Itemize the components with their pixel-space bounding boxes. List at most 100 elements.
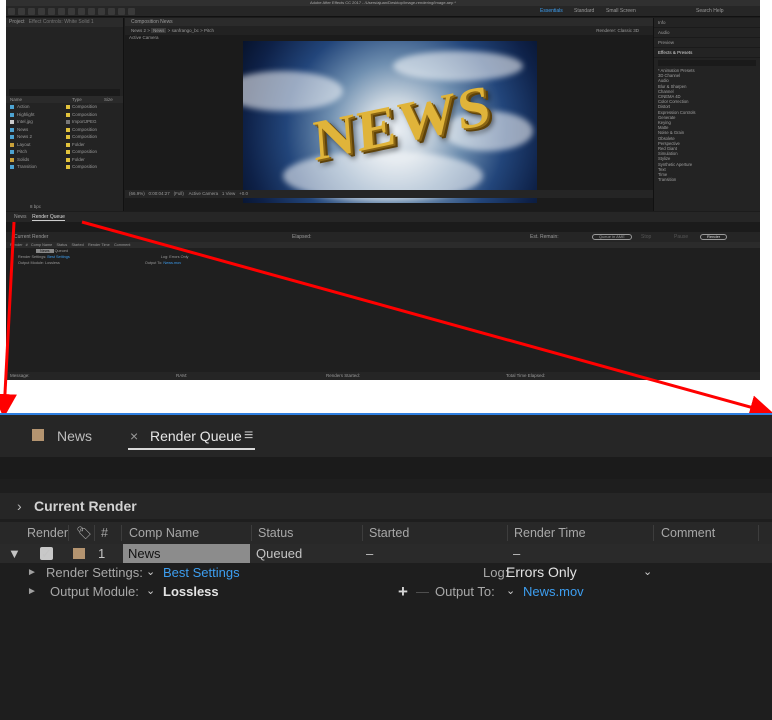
progress-strip [0, 457, 772, 479]
type-tool-icon[interactable] [88, 8, 95, 15]
thumb-tab-render-queue[interactable]: Render Queue [32, 214, 65, 221]
bpc-indicator[interactable]: 8 bpc [30, 204, 41, 209]
puppet-tool-icon[interactable] [128, 8, 135, 15]
project-item[interactable]: News 2 Composition [6, 133, 123, 141]
queue-column-header: Render 🏷 # Comp Name Status Started Rend… [0, 522, 772, 544]
renderer-label[interactable]: Renderer: Classic 3D [596, 26, 639, 35]
col-name[interactable]: Name [10, 97, 22, 102]
info-panel[interactable]: Info [654, 18, 760, 28]
thumb-stop-button[interactable]: Stop [641, 232, 651, 242]
col-type[interactable]: Type [72, 96, 82, 103]
project-item[interactable]: Intel.jpg ImportJPEG [6, 118, 123, 126]
tab-project[interactable]: Project [9, 19, 25, 25]
effects-search-input[interactable] [658, 60, 756, 66]
bottom-panel-thumbnail: News Render Queue Current Render Elapsed… [6, 212, 760, 380]
current-render-header[interactable]: › Current Render [0, 493, 772, 519]
thumb-pause-button[interactable]: Pause [674, 232, 688, 242]
render-checkbox[interactable]: ✓ [40, 547, 53, 560]
eraser-tool-icon[interactable] [118, 8, 125, 15]
composition-viewer[interactable]: NEWS [243, 41, 537, 203]
brush-tool-icon[interactable] [98, 8, 105, 15]
chevron-right-icon[interactable]: › [17, 493, 22, 519]
tab-news[interactable]: News [57, 415, 92, 457]
output-module-dropdown-icon[interactable]: ⌄ [146, 582, 155, 601]
col-comment[interactable]: Comment [661, 522, 715, 544]
add-output-module-button[interactable]: + [398, 582, 408, 601]
pan-tool-icon[interactable] [58, 8, 65, 15]
hand-tool-icon[interactable] [18, 8, 25, 15]
toolbar: Essentials Standard Small Screen Search … [6, 6, 760, 17]
active-tab-underline [128, 448, 255, 450]
crumb-news[interactable]: News [151, 28, 167, 33]
log-label: Log: [483, 565, 509, 580]
col-number[interactable]: # [101, 522, 108, 544]
audio-panel[interactable]: Audio [654, 28, 760, 38]
exposure[interactable]: +0.0 [239, 191, 248, 196]
tab-effect-controls[interactable]: Effect Controls: White Solid 1 [29, 19, 94, 25]
project-item[interactable]: Pitch Composition [6, 148, 123, 156]
selection-tool-icon[interactable] [8, 8, 15, 15]
zoom-tool-icon[interactable] [28, 8, 35, 15]
crumb-pitch[interactable]: Pitch [204, 28, 214, 33]
panel-menu-icon[interactable]: ≡ [244, 415, 253, 457]
col-started[interactable]: Started [369, 522, 409, 544]
project-item[interactable]: Solids Folder [6, 156, 123, 164]
render-settings-row: ► Render Settings: ⌄ Best Settings Log: … [0, 563, 772, 582]
triangle-right-icon[interactable]: ► [27, 563, 37, 582]
output-to-dropdown-icon[interactable]: ⌄ [506, 582, 515, 601]
remove-output-module-button[interactable]: — [416, 582, 429, 601]
rotate-tool-icon[interactable] [38, 8, 45, 15]
zoom-level[interactable]: (66.9%) [129, 191, 145, 196]
timecode[interactable]: 0:00:04:27 [149, 191, 170, 196]
project-item[interactable]: Action Composition [6, 103, 123, 111]
thumb-render-button[interactable]: Render [700, 234, 728, 240]
tab-render-queue[interactable]: Render Queue [150, 415, 242, 457]
workspace-small-screen[interactable]: Small Screen [606, 7, 636, 15]
output-module-value[interactable]: Lossless [163, 582, 219, 601]
render-settings-value[interactable]: Best Settings [163, 563, 240, 582]
right-panels: Info Audio Preview Effects & Presets * A… [653, 18, 760, 211]
pen-tool-icon[interactable] [78, 8, 85, 15]
item-comp-name[interactable]: News [123, 544, 250, 563]
twirl-down-icon[interactable]: ▼ [8, 544, 21, 563]
mask-tool-icon[interactable] [68, 8, 75, 15]
composition-footer-bar: (66.9%) 0:00:04:27 (Full) Active Camera … [125, 190, 653, 198]
resolution[interactable]: (Full) [174, 191, 184, 196]
project-item[interactable]: Transition Composition [6, 163, 123, 171]
col-comp-name[interactable]: Comp Name [129, 522, 199, 544]
label-tag-icon[interactable]: 🏷 [76, 522, 92, 544]
search-help[interactable]: Search Help [696, 7, 724, 15]
queue-item-row[interactable]: ▼ ✓ 1 News Queued – – [0, 544, 772, 563]
camera-select[interactable]: Active Camera [189, 191, 219, 196]
label-color-swatch[interactable] [73, 548, 85, 559]
col-render[interactable]: Render [27, 522, 68, 544]
composition-tab[interactable]: Composition News [125, 18, 653, 26]
project-item[interactable]: Layout Folder [6, 141, 123, 149]
close-icon[interactable]: × [130, 415, 138, 457]
col-render-time[interactable]: Render Time [514, 522, 586, 544]
project-panel-tabs: Project Effect Controls: White Solid 1 [6, 18, 123, 27]
output-module-row: ► Output Module: ⌄ Lossless + — Output T… [0, 582, 772, 601]
triangle-right-icon[interactable]: ► [27, 582, 37, 601]
render-settings-dropdown-icon[interactable]: ⌄ [146, 563, 155, 582]
views-select[interactable]: 1 View [222, 191, 235, 196]
stamp-tool-icon[interactable] [108, 8, 115, 15]
output-to-value[interactable]: News.mov [523, 582, 584, 601]
project-search-input[interactable] [9, 89, 120, 96]
crumb-news-2[interactable]: News 2 [131, 28, 146, 33]
crumb-sanfrango[interactable]: sanfrango_bc [172, 28, 199, 33]
project-item[interactable]: News Composition [6, 126, 123, 134]
workspace-standard[interactable]: Standard [574, 7, 594, 15]
workspace-essentials[interactable]: Essentials [540, 7, 563, 15]
col-status[interactable]: Status [258, 522, 293, 544]
col-size[interactable]: Size [104, 96, 113, 103]
thumb-tab-news[interactable]: News [14, 214, 27, 220]
effect-category[interactable]: Transition [654, 177, 760, 182]
effects-presets-panel[interactable]: Effects & Presets [654, 48, 760, 58]
thumb-queue-ame-button[interactable]: Queue in AME [592, 234, 632, 240]
project-item[interactable]: Highlight Composition [6, 111, 123, 119]
log-dropdown-icon[interactable]: ⌄ [643, 563, 652, 582]
log-select[interactable]: Errors Only [506, 563, 577, 582]
preview-panel[interactable]: Preview [654, 38, 760, 48]
camera-tool-icon[interactable] [48, 8, 55, 15]
